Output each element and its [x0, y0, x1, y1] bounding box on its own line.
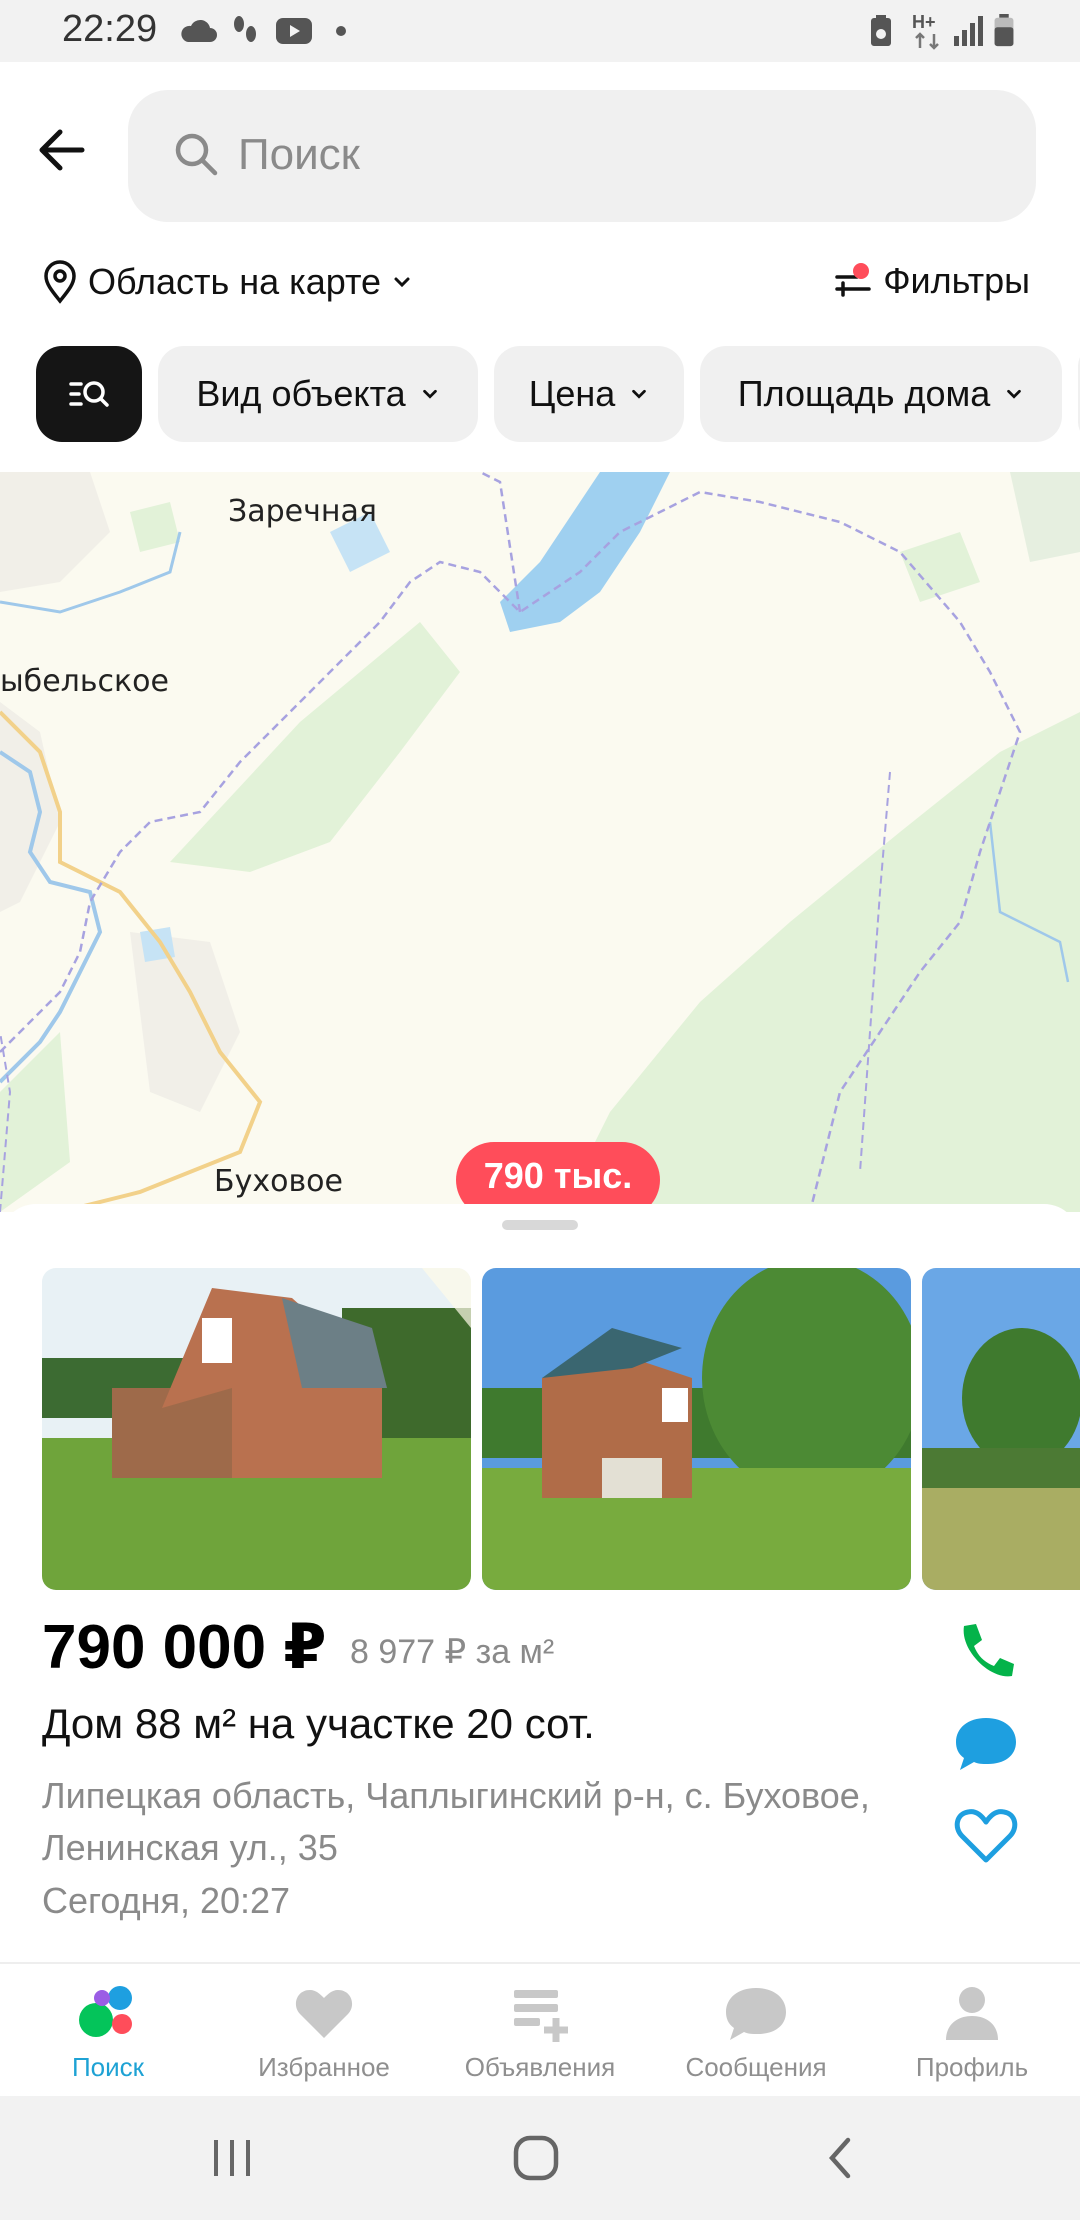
person-icon	[946, 1987, 998, 2040]
chat-icon	[726, 1988, 786, 2040]
list-search-icon	[69, 381, 109, 407]
home-icon[interactable]	[510, 2132, 562, 2184]
sheet-handle[interactable]	[502, 1220, 578, 1230]
search-dots-icon	[79, 1986, 132, 2037]
back-arrow-icon[interactable]	[30, 118, 94, 182]
add-listing-icon	[514, 1990, 568, 2042]
bottom-navigation: Поиск Избранное Объявления Сообщения Про…	[0, 1962, 1080, 2096]
nav-item-search[interactable]: Поиск	[0, 1964, 216, 2098]
network-type: H+	[912, 12, 936, 32]
chevron-down-icon	[394, 277, 410, 288]
signal-icon	[954, 16, 983, 46]
nav-label: Объявления	[464, 2052, 616, 2082]
listing-address: Липецкая область, Чаплыгинский р-н, с. Б…	[42, 1775, 870, 1868]
yard-photo	[922, 1268, 1080, 1590]
chip-house-area[interactable]: Площадь дома	[700, 346, 1062, 442]
phone-icon[interactable]	[950, 1616, 1022, 1688]
search-icon	[175, 133, 218, 176]
chip-label: Цена	[528, 373, 616, 414]
nav-item-listings[interactable]: Объявления	[432, 1964, 648, 2098]
filters-button[interactable]: Фильтры	[833, 260, 1030, 302]
listing-title[interactable]: Дом 88 м² на участке 20 сот.	[42, 1700, 595, 1748]
chip-label: Площадь дома	[737, 373, 991, 414]
map-label-bukhovoe: Буховое	[214, 1164, 343, 1199]
chip-price[interactable]: Цена	[494, 346, 684, 442]
nav-item-profile[interactable]: Профиль	[864, 1964, 1080, 2098]
area-label: Область на карте	[88, 261, 382, 302]
chip-label: Вид объекта	[196, 373, 406, 414]
nav-item-messages[interactable]: Сообщения	[648, 1964, 864, 2098]
status-time: 22:29	[62, 8, 158, 50]
nav-label: Избранное	[258, 2052, 390, 2082]
house-photo	[482, 1268, 911, 1590]
chat-icon[interactable]	[950, 1708, 1022, 1780]
dot-icon	[336, 26, 346, 36]
chevron-down-icon	[632, 389, 647, 399]
map-area-selector[interactable]: Область на карте	[42, 260, 413, 304]
map-view[interactable]: Заречная ыбельское Буховое	[0, 472, 1080, 1212]
listing-photo-1[interactable]	[42, 1268, 471, 1590]
map-label-village: ыбельское	[0, 664, 169, 699]
chip-object-type[interactable]: Вид объекта	[158, 346, 478, 442]
listing-price: 790 000 ₽	[42, 1613, 327, 1682]
chevron-down-icon	[422, 389, 437, 399]
footsteps-icon	[234, 16, 256, 42]
map-canvas	[0, 472, 1080, 1212]
list-view-toggle[interactable]	[36, 346, 142, 442]
system-navigation-bar	[0, 2096, 1080, 2220]
battery-saver-icon	[871, 15, 891, 46]
youtube-icon	[276, 18, 312, 44]
filters-icon	[835, 263, 871, 297]
heart-icon	[295, 1990, 353, 2038]
filters-label: Фильтры	[883, 260, 1030, 301]
map-label-zarechnaya: Заречная	[228, 494, 377, 529]
listing-sheet[interactable]: 790 000 ₽ 8 977 ₽ за м² Дом 88 м² на уча…	[0, 1204, 1080, 1964]
back-icon[interactable]	[822, 2134, 858, 2182]
status-bar: 22:29 H+	[0, 0, 1080, 62]
nav-label: Профиль	[915, 2052, 1029, 2082]
nav-label: Поиск	[71, 2052, 145, 2082]
network-icon: H+	[912, 12, 948, 52]
cloud-icon	[181, 19, 217, 42]
house-photo	[42, 1268, 471, 1590]
nav-label: Сообщения	[685, 2052, 827, 2082]
recent-apps-icon[interactable]	[208, 2136, 256, 2180]
listing-date: Сегодня, 20:27	[42, 1880, 291, 1921]
chevron-down-icon	[1007, 389, 1022, 399]
favorite-heart-icon[interactable]	[950, 1800, 1022, 1872]
listing-photo-2[interactable]	[482, 1268, 911, 1590]
search-input[interactable]: Поиск	[128, 90, 1036, 222]
listing-photo-3[interactable]	[922, 1268, 1080, 1590]
battery-icon	[994, 14, 1014, 47]
location-pin-icon	[44, 260, 76, 304]
listing-price-per-m2: 8 977 ₽ за м²	[350, 1633, 555, 1671]
search-placeholder: Поиск	[238, 130, 360, 179]
nav-item-favorites[interactable]: Избранное	[216, 1964, 432, 2098]
